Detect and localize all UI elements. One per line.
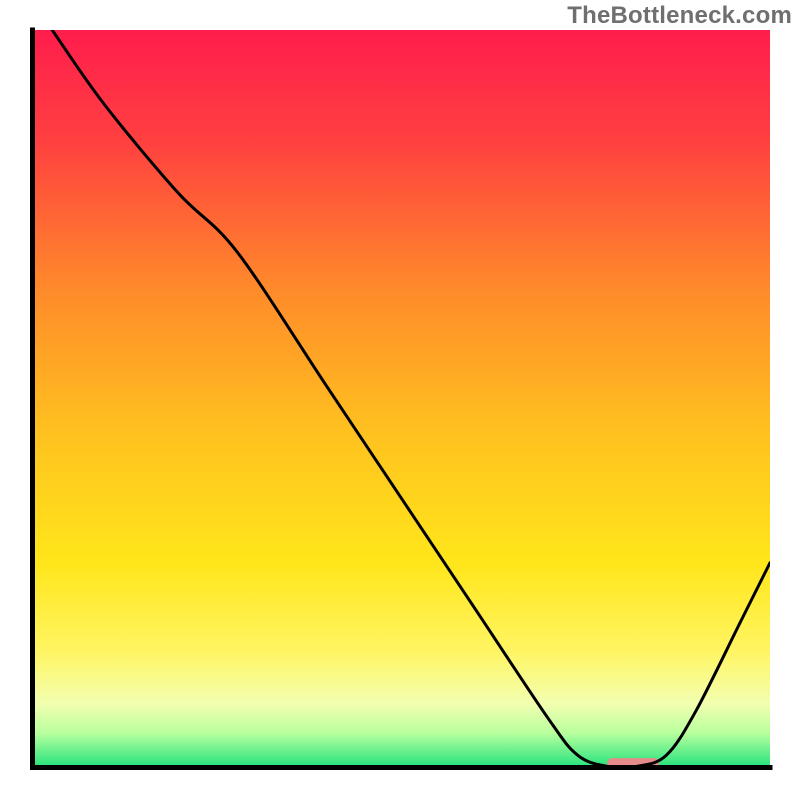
chart-container: TheBottleneck.com bbox=[0, 0, 800, 800]
bottleneck-chart bbox=[0, 0, 800, 800]
plot-background bbox=[30, 30, 770, 770]
